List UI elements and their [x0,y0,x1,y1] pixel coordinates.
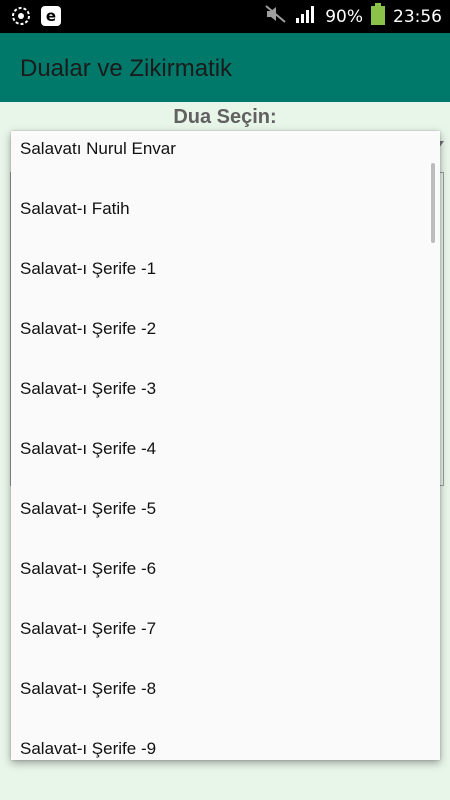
sync-icon [10,5,32,27]
clock: 23:56 [393,6,442,27]
app-title: Dualar ve Zikirmatik [20,55,233,82]
dropdown-item[interactable]: Salavatı Nurul Envar [11,131,440,179]
svg-text:e: e [46,7,56,25]
dropdown-item[interactable]: Salavat-ı Şerife -9 [11,719,440,760]
dropdown-item[interactable]: Salavat-ı Şerife -7 [11,599,440,659]
signal-icon [295,4,317,29]
dropdown-item[interactable]: Salavat-ı Şerife -4 [11,419,440,479]
dua-dropdown-list[interactable]: Salavatı Nurul Envar Salavat-ı Fatih Salav… [11,131,440,760]
dropdown-item[interactable]: Salavat-ı Şerife -6 [11,539,440,599]
scrollbar[interactable] [431,163,435,243]
app-bar: Dualar ve Zikirmatik [0,33,450,102]
dropdown-item[interactable]: Salavat-ı Şerife -8 [11,659,440,719]
battery-percent: 90% [325,6,363,27]
dropdown-item[interactable]: Salavat-ı Şerife -1 [11,239,440,299]
browser-e-icon: e [40,5,62,27]
status-bar: e 90% 23:56 [0,0,450,33]
dropdown-items: Salavatı Nurul Envar Salavat-ı Fatih Salav… [11,131,440,760]
battery-icon [371,3,385,30]
mute-icon [265,4,287,29]
dropdown-item[interactable]: Salavat-ı Şerife -2 [11,299,440,359]
dropdown-item[interactable]: Salavat-ı Fatih [11,179,440,239]
status-indicators: 90% 23:56 [265,0,442,33]
prompt-label: Dua Seçin: [173,106,277,128]
dropdown-item[interactable]: Salavat-ı Şerife -5 [11,479,440,539]
dropdown-item[interactable]: Salavat-ı Şerife -3 [11,359,440,419]
